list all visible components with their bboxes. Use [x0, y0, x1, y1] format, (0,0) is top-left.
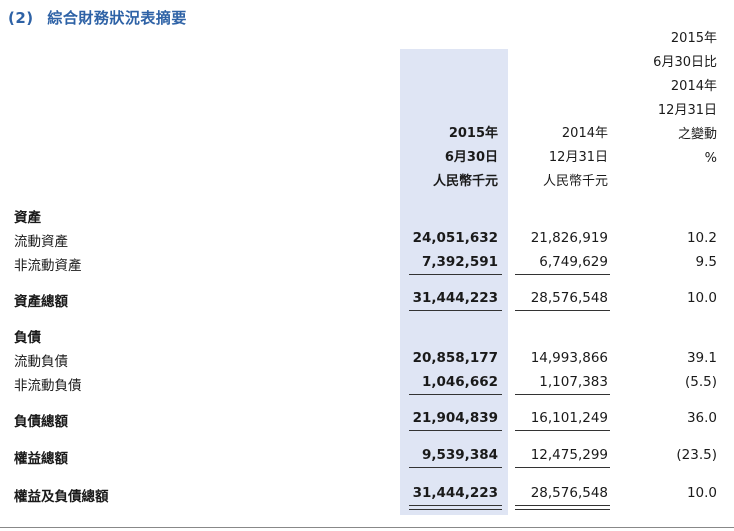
rule-total-assets-col2	[515, 310, 610, 311]
cell-total-assets-2015: 31,444,223	[412, 290, 498, 306]
rule-subtotal-assets-col2	[515, 274, 610, 275]
cell-noncurrent-assets-change: 9.5	[695, 254, 717, 270]
header-col1-line1: 2015年	[448, 126, 498, 141]
cell-total-liabilities-2015: 21,904,839	[412, 410, 498, 426]
rule-grand-total-col2-lower	[515, 509, 610, 510]
cell-noncurrent-assets-2014: 6,749,629	[539, 254, 608, 270]
highlight-column-2015	[400, 49, 508, 515]
cell-noncurrent-liabilities-2015: 1,046,662	[421, 374, 498, 390]
header-col3-line6: %	[704, 151, 717, 166]
header-col3-line3: 2014年	[670, 79, 717, 94]
header-col3-line1: 2015年	[670, 31, 717, 46]
rule-total-liabilities-col2	[515, 430, 610, 431]
header-col3-line4: 12月31日	[657, 103, 717, 118]
rule-total-equity-col1	[409, 467, 502, 468]
header-col2-line2: 12月31日	[548, 150, 608, 165]
assets-heading: 資產	[14, 210, 41, 226]
row-label-noncurrent-liabilities: 非流動負債	[14, 378, 82, 394]
cell-total-equity-liabilities-2014: 28,576,548	[530, 485, 608, 501]
cell-current-liabilities-change: 39.1	[686, 350, 717, 366]
cell-total-equity-change: (23.5)	[676, 447, 717, 463]
header-col2-line1: 2014年	[561, 126, 608, 141]
cell-current-assets-2015: 24,051,632	[412, 230, 498, 246]
cell-current-assets-change: 10.2	[686, 230, 717, 246]
section-title: (2) 綜合財務狀況表摘要	[8, 7, 187, 28]
header-col1: 2015年 6月30日 人民幣千元	[433, 122, 498, 194]
cell-total-equity-liabilities-2015: 31,444,223	[412, 485, 498, 501]
cell-total-liabilities-2014: 16,101,249	[530, 410, 608, 426]
rule-subtotal-assets-col1	[409, 274, 502, 275]
cell-total-assets-change: 10.0	[686, 290, 717, 306]
row-label-total-assets: 資產總額	[14, 294, 68, 310]
rule-total-liabilities-col1	[409, 430, 502, 431]
header-col2-line3: 人民幣千元	[542, 174, 608, 189]
row-label-noncurrent-assets: 非流動資產	[14, 258, 82, 274]
cell-total-assets-2014: 28,576,548	[530, 290, 608, 306]
cell-noncurrent-assets-2015: 7,392,591	[421, 254, 498, 270]
rule-grand-total-col1-lower	[409, 509, 502, 510]
row-label-current-assets: 流動資產	[14, 234, 68, 250]
cell-current-liabilities-2014: 14,993,866	[530, 350, 608, 366]
section-title-text: 綜合財務狀況表摘要	[47, 9, 187, 27]
header-col1-line3: 人民幣千元	[432, 174, 498, 189]
row-label-total-equity: 權益總額	[14, 451, 68, 467]
row-label-current-liabilities: 流動負債	[14, 354, 68, 370]
header-col3: 2015年 6月30日比 2014年 12月31日 之變動 %	[653, 27, 717, 171]
cell-noncurrent-liabilities-change: (5.5)	[684, 374, 717, 390]
rule-total-assets-col1	[409, 310, 502, 311]
cell-current-assets-2014: 21,826,919	[530, 230, 608, 246]
cell-total-equity-2014: 12,475,299	[530, 447, 608, 463]
row-label-total-equity-liabilities: 權益及負債總額	[14, 489, 109, 505]
row-label-total-liabilities: 負債總額	[14, 414, 68, 430]
rule-total-equity-col2	[515, 467, 610, 468]
page-bottom-divider	[0, 527, 734, 528]
cell-total-liabilities-change: 36.0	[686, 410, 717, 426]
cell-total-equity-2015: 9,539,384	[421, 447, 498, 463]
header-col3-line5: 之變動	[677, 127, 717, 142]
header-col2: 2014年 12月31日 人民幣千元	[543, 122, 608, 194]
header-col1-line2: 6月30日	[444, 150, 498, 165]
rule-grand-total-col2-upper	[515, 505, 610, 506]
rule-grand-total-col1-upper	[409, 505, 502, 506]
cell-current-liabilities-2015: 20,858,177	[412, 350, 498, 366]
rule-subtotal-liabilities-col1	[409, 394, 502, 395]
liabilities-heading: 負債	[14, 330, 41, 346]
cell-total-equity-liabilities-change: 10.0	[686, 485, 717, 501]
rule-subtotal-liabilities-col2	[515, 394, 610, 395]
header-col3-line2: 6月30日比	[653, 55, 717, 70]
section-number: (2)	[8, 9, 34, 27]
cell-noncurrent-liabilities-2014: 1,107,383	[539, 374, 608, 390]
